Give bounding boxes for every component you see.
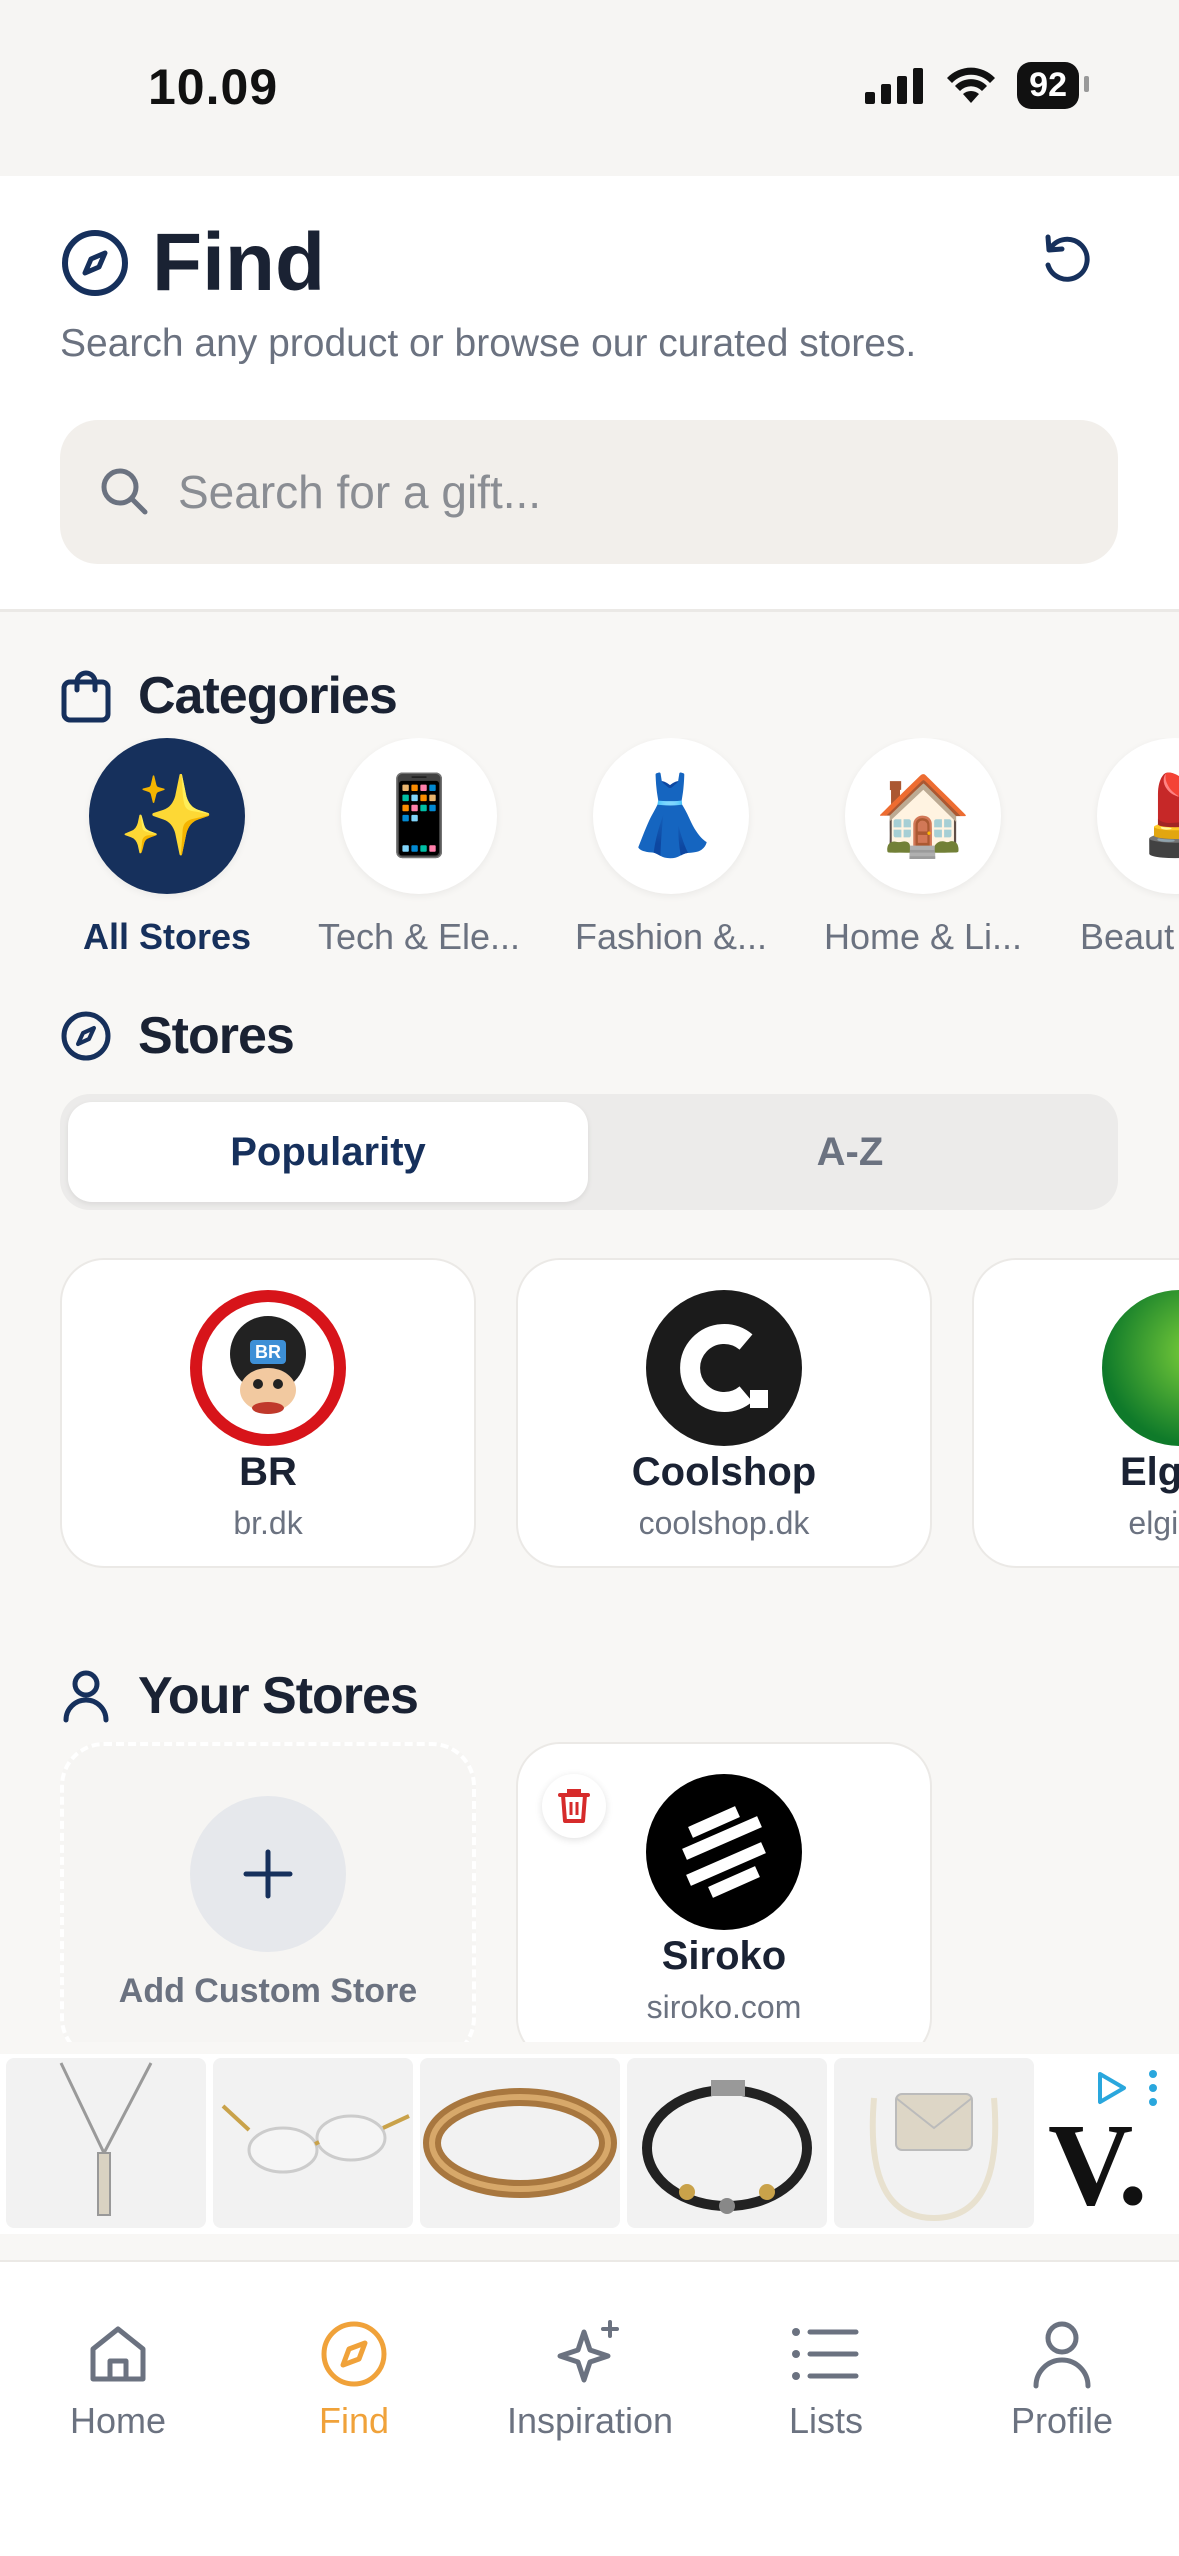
shopping-bag-icon <box>61 670 111 723</box>
store-sort-control: Popularity A-Z <box>60 1094 1118 1210</box>
categories-header: Categories <box>60 666 398 726</box>
sort-az-tab[interactable]: A-Z <box>590 1102 1110 1202</box>
stores-header: Stores <box>60 1006 295 1066</box>
refresh-button[interactable] <box>1031 224 1101 294</box>
store-name: Siroko <box>661 1934 787 1978</box>
category-label: Tech & Ele... <box>317 916 521 957</box>
category-label: Beaut <box>1080 916 1175 957</box>
br-logo: BR <box>190 1290 346 1446</box>
ad-product-bracelet[interactable] <box>420 2058 620 2228</box>
category-list: ✨ All Stores 📱 Tech & Ele... 👗 Fashion &… <box>0 738 1179 968</box>
store-card-siroko[interactable]: Siroko siroko.com <box>516 1742 932 2042</box>
status-time: 10.09 <box>148 59 279 115</box>
compass-icon <box>321 2321 387 2387</box>
tab-profile[interactable]: Profile <box>944 2316 1179 2442</box>
sort-popularity-tab[interactable]: Popularity <box>68 1102 588 1202</box>
ad-product-bead-bracelet[interactable] <box>627 2058 827 2228</box>
lipstick-icon: 💄 <box>1097 738 1179 894</box>
store-card-br[interactable]: BR BR br.dk <box>60 1258 476 1568</box>
ad-product-necklace[interactable] <box>6 2058 206 2228</box>
find-header: Find Search any product or browse our cu… <box>0 176 1179 612</box>
dress-icon: 👗 <box>593 738 749 894</box>
your-stores-title: Your Stores <box>138 1667 419 1725</box>
tab-label: Lists <box>788 2400 864 2441</box>
user-icon <box>1033 2321 1091 2389</box>
tab-home[interactable]: Home <box>0 2316 236 2442</box>
add-custom-store-label: Add Custom Store <box>118 1972 418 2010</box>
battery-indicator: 92 <box>1017 62 1089 109</box>
status-icons: 92 <box>865 62 1089 109</box>
tab-label: Profile <box>1010 2400 1114 2441</box>
user-icon <box>63 1670 109 1723</box>
store-name: BR <box>239 1450 297 1494</box>
your-store-list: Add Custom Store Siroko siroko.com <box>0 1742 1179 2042</box>
page-title: Find <box>152 217 326 308</box>
tab-find[interactable]: Find <box>236 2316 472 2442</box>
ad-product-bag[interactable] <box>834 2058 1034 2228</box>
category-label: All Stores <box>82 916 252 957</box>
sparkles-icon: ✨ <box>89 738 245 894</box>
tab-lists[interactable]: Lists <box>708 2316 944 2442</box>
categories-title: Categories <box>138 667 398 725</box>
trash-icon <box>558 1789 590 1823</box>
category-beauty[interactable]: 💄 Beaut <box>1060 738 1179 958</box>
store-name: Elgiga <box>1119 1450 1179 1494</box>
search-input[interactable]: Search for a gift... <box>60 420 1118 564</box>
refresh-icon <box>1045 234 1090 282</box>
page-subtitle: Search any product or browse our curated… <box>60 322 917 365</box>
compass-icon <box>61 1011 111 1061</box>
ad-logo-text: V. <box>1048 2099 1148 2230</box>
ad-banner[interactable]: V. <box>0 2054 1179 2234</box>
search-placeholder: Search for a gift... <box>178 466 542 518</box>
store-domain: br.dk <box>233 1505 303 1541</box>
list-icon <box>792 2328 859 2380</box>
store-card-elgiganten[interactable]: Elgiga elgigan <box>972 1258 1179 1568</box>
tab-label: Home <box>69 2400 167 2441</box>
store-card-coolshop[interactable]: Coolshop coolshop.dk <box>516 1258 932 1568</box>
home-icon <box>90 2326 146 2382</box>
your-stores-header: Your Stores <box>60 1666 419 1726</box>
siroko-logo <box>646 1774 802 1930</box>
store-list: BR BR br.dk Coolshop coolshop.dk Elgiga … <box>0 1258 1179 1570</box>
tab-inspiration[interactable]: Inspiration <box>472 2316 708 2442</box>
category-label: Fashion &... <box>574 916 768 957</box>
wifi-icon <box>947 67 996 103</box>
ad-product-glasses[interactable] <box>213 2058 413 2228</box>
store-domain: siroko.com <box>646 1989 802 2025</box>
status-bar: 10.09 92 <box>0 0 1179 176</box>
category-all-stores[interactable]: ✨ All Stores <box>52 738 282 958</box>
stores-title: Stores <box>138 1007 295 1065</box>
category-fashion[interactable]: 👗 Fashion &... <box>556 738 786 958</box>
more-vertical-icon <box>1149 2070 1157 2106</box>
delete-store-button[interactable] <box>542 1774 606 1838</box>
ad-brand-logo[interactable]: V. <box>1040 2058 1179 2228</box>
cellular-signal-icon <box>865 67 924 104</box>
tab-label: Inspiration <box>506 2400 674 2441</box>
tab-label: Find <box>318 2400 390 2441</box>
compass-icon <box>62 230 128 296</box>
plus-icon <box>190 1796 346 1952</box>
house-icon: 🏠 <box>845 738 1001 894</box>
sparkles-icon <box>557 2320 619 2383</box>
search-icon <box>101 468 148 515</box>
category-tech[interactable]: 📱 Tech & Ele... <box>304 738 534 958</box>
svg-text:BR: BR <box>255 1342 281 1362</box>
store-domain: coolshop.dk <box>638 1505 810 1541</box>
add-custom-store-button[interactable]: Add Custom Store <box>60 1742 476 2042</box>
phone-icon: 📱 <box>341 738 497 894</box>
bottom-tab-bar: Home Find Inspiration Lists Profile <box>0 2260 1179 2556</box>
category-home[interactable]: 🏠 Home & Li... <box>808 738 1038 958</box>
store-name: Coolshop <box>631 1450 817 1494</box>
store-domain: elgigan <box>1128 1505 1179 1541</box>
elgiganten-logo <box>1102 1290 1179 1446</box>
coolshop-logo <box>646 1290 802 1446</box>
category-label: Home & Li... <box>823 916 1023 957</box>
